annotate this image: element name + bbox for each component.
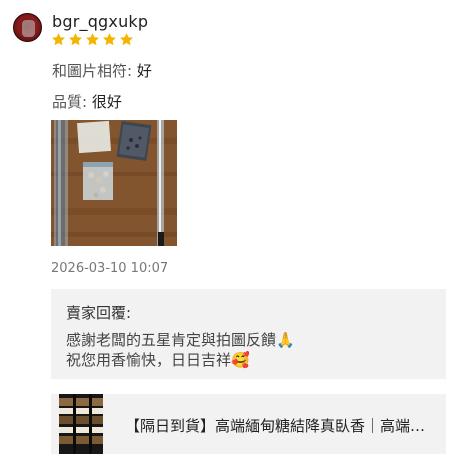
product-photo-icon [51, 120, 177, 246]
product-link-card[interactable]: 【隔日到貨】高端緬甸糖結降真臥香｜高端緬甸糖結降真臥香 [51, 394, 446, 454]
reviewer-username[interactable]: bgr_qgxukp [52, 12, 148, 31]
product-thumbnail [59, 394, 103, 454]
seller-reply-line-2: 祝您用香愉快，日日吉祥🥰 [66, 351, 250, 369]
incense-product-icon [59, 394, 103, 454]
match-description-label: 和圖片相符: [52, 62, 133, 80]
star-icon [103, 33, 116, 46]
quality-row: 品質: 很好 [52, 91, 122, 112]
user-avatar[interactable] [13, 13, 42, 42]
match-description-row: 和圖片相符: 好 [52, 60, 152, 81]
star-icon [69, 33, 82, 46]
match-description-value: 好 [136, 62, 152, 80]
star-icon [86, 33, 99, 46]
rating-stars [51, 32, 134, 47]
quality-label: 品質: [52, 93, 88, 111]
star-icon [52, 33, 65, 46]
quality-value: 很好 [91, 93, 122, 111]
review-timestamp: 2026-03-10 10:07 [51, 261, 169, 276]
seller-reply-title: 賣家回覆: [66, 304, 132, 322]
seller-reply-line-1: 感謝老闆的五星肯定與拍圖反饋🙏 [66, 331, 295, 349]
product-title: 【隔日到貨】高端緬甸糖結降真臥香｜高端緬甸糖結降真臥香 [125, 417, 435, 435]
review-photo[interactable] [51, 120, 177, 246]
star-icon [120, 33, 133, 46]
seller-reply-box: 賣家回覆: 感謝老闆的五星肯定與拍圖反饋🙏 祝您用香愉快，日日吉祥🥰 [51, 289, 446, 379]
